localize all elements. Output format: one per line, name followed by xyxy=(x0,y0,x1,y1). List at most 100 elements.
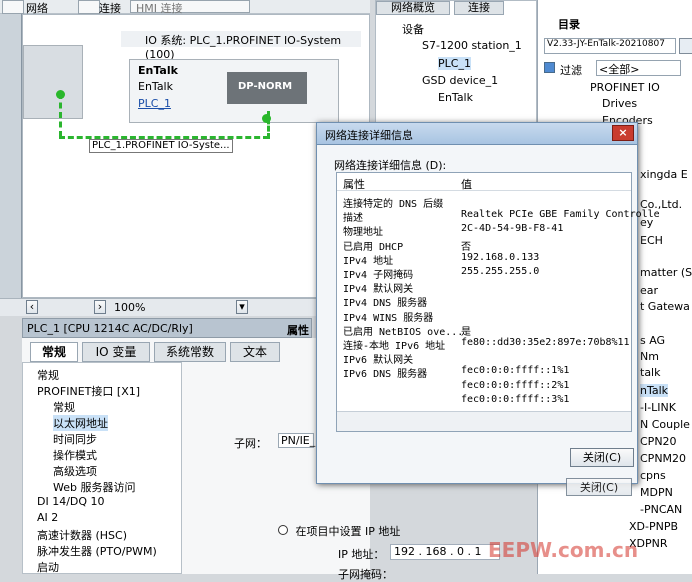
close-icon[interactable]: × xyxy=(612,125,634,141)
catalog-filter-select[interactable]: <全部> xyxy=(596,60,681,76)
catalog-item-19[interactable]: MDPN xyxy=(640,486,673,499)
details-key-7: IPv4 DNS 服务器 xyxy=(343,298,428,310)
tab-general[interactable]: 常规 xyxy=(30,342,78,362)
details-horizontal-scrollbar[interactable] xyxy=(337,411,631,431)
details-value-9: 是 xyxy=(461,326,471,338)
network-view-button[interactable] xyxy=(2,0,24,14)
subnet-label: 子网： xyxy=(234,437,267,450)
details-key-6: IPv4 默认网关 xyxy=(343,284,414,296)
ip-radio[interactable] xyxy=(278,525,288,535)
tree-item-ai[interactable]: AI 2 xyxy=(37,511,58,524)
tree-item-hsc[interactable]: 高速计数器 (HSC) xyxy=(37,527,127,543)
overview-tab-network[interactable]: 网络概览 xyxy=(376,1,450,15)
catalog-item-11[interactable]: Nm xyxy=(640,350,659,363)
tree-item-advanced-options[interactable]: 高级选项 xyxy=(53,463,97,479)
entalk-plc-link[interactable]: PLC_1 xyxy=(138,97,171,110)
dialog-close-button[interactable]: 关闭(C) xyxy=(570,448,634,467)
catalog-item-18[interactable]: cpns xyxy=(640,469,666,482)
dp-norm-label: DP-NORM xyxy=(238,81,293,92)
zoom-dropdown[interactable]: ▾ xyxy=(236,300,248,314)
details-key-11: IPv6 默认网关 xyxy=(343,355,414,367)
details-header-value: 值 xyxy=(461,178,472,191)
ip-address-label: IP 地址： xyxy=(338,548,385,561)
tab-text[interactable]: 文本 xyxy=(230,342,280,362)
entalk-device-type: EnTalk xyxy=(138,80,173,93)
details-key-8: IPv4 WINS 服务器 xyxy=(343,312,434,324)
catalog-filter-checkbox[interactable] xyxy=(544,62,555,73)
network-overview: 网络概览 连接 设备 S7-1200 station_1 PLC_1 GSD d… xyxy=(375,0,537,130)
catalog-search-button[interactable] xyxy=(679,38,692,54)
tree-item-ethernet-address[interactable]: 以太网地址 xyxy=(53,415,108,431)
dialog-titlebar[interactable]: 网络连接详细信息 xyxy=(316,122,638,145)
catalog-profinet-io[interactable]: PROFINET IO xyxy=(590,81,660,94)
ip-option-row: 在项目中设置 IP 地址 xyxy=(278,523,400,539)
connection-button[interactable] xyxy=(78,0,100,14)
tab-system-constants[interactable]: 系统常数 xyxy=(154,342,226,362)
catalog-item-10[interactable]: s AG xyxy=(640,334,665,347)
catalog-item-3[interactable]: xingda E xyxy=(640,168,688,181)
background-close-button[interactable]: 关闭(C) xyxy=(566,478,632,496)
catalog-item-8[interactable]: ear xyxy=(640,284,658,297)
zoom-value[interactable]: 100% xyxy=(114,301,145,314)
scroll-left-button[interactable]: ‹ xyxy=(26,300,38,314)
subnet-row: 子网： PN/IE_ xyxy=(234,433,315,451)
left-collapsed-panel[interactable] xyxy=(0,14,22,314)
details-value-12: fec0:0:0:ffff::1%1 xyxy=(461,365,570,377)
catalog-drives[interactable]: Drives xyxy=(602,97,637,110)
catalog-item-17[interactable]: CPNM20 xyxy=(640,452,686,465)
profinet-label-box[interactable]: PLC_1.PROFINET IO-Syste... xyxy=(89,139,233,153)
overview-item-gsd[interactable]: GSD device_1 xyxy=(422,74,498,87)
ip-address-field[interactable]: 192 . 168 . 0 . 1 xyxy=(390,544,500,560)
catalog-item-21[interactable]: XD-PNPB xyxy=(629,520,678,533)
properties-right-label: 属性 xyxy=(287,324,309,337)
watermark: EEPW.com.cn xyxy=(488,538,639,562)
details-key-0: 连接特定的 DNS 后缀 xyxy=(343,199,444,210)
catalog-item-15[interactable]: N Couple xyxy=(640,418,690,431)
overview-item-entalk[interactable]: EnTalk xyxy=(438,91,473,104)
tree-item-time-sync[interactable]: 时间同步 xyxy=(53,431,97,447)
plc-device-box[interactable] xyxy=(23,45,83,119)
tree-item-general[interactable]: 常规 xyxy=(37,367,59,383)
catalog-item-20[interactable]: -PNCAN xyxy=(640,503,682,516)
tree-item-profinet-general[interactable]: 常规 xyxy=(53,399,75,415)
catalog-item-6[interactable]: ECH xyxy=(640,234,663,247)
details-header: 属性 值 xyxy=(337,173,631,191)
tree-item-startup[interactable]: 启动 xyxy=(37,559,59,575)
catalog-item-12[interactable]: talk xyxy=(640,366,660,379)
overview-item-station[interactable]: S7-1200 station_1 xyxy=(422,39,522,52)
details-value-3: 否 xyxy=(461,241,471,253)
tree-item-operating-mode[interactable]: 操作模式 xyxy=(53,447,97,463)
details-value-1: Realtek PCIe GBE Family Controlle xyxy=(461,209,660,221)
tree-item-pto-pwm[interactable]: 脉冲发生器 (PTO/PWM) xyxy=(37,543,157,559)
dp-norm-card[interactable]: DP-NORM xyxy=(227,72,307,104)
details-key-5: IPv4 子网掩码 xyxy=(343,270,414,281)
details-key-2: 物理地址 xyxy=(343,227,383,239)
details-value-4: 192.168.0.133 xyxy=(461,251,540,263)
catalog-search-input[interactable]: V2.33-JY-EnTalk-20210807 xyxy=(544,38,676,54)
dialog-subtitle: 网络连接详细信息 (D): xyxy=(334,159,447,172)
subnet-value[interactable]: PN/IE_ xyxy=(278,433,315,448)
subnet-mask-row: 子网掩码： xyxy=(338,566,393,582)
catalog-item-9[interactable]: t Gatewa xyxy=(640,300,690,313)
catalog-item-14[interactable]: -I-LINK xyxy=(640,401,676,414)
scroll-right-button[interactable]: › xyxy=(94,300,106,314)
network-details-list[interactable]: 属性 值 连接特定的 DNS 后缀 描述 Realtek PCIe GBE Fami… xyxy=(336,172,660,432)
entalk-device-box[interactable]: EnTalk EnTalk PLC_1 DP-NORM xyxy=(129,59,339,123)
catalog-item-16[interactable]: CPN20 xyxy=(640,435,677,448)
catalog-item-7[interactable]: matter (S xyxy=(640,266,692,279)
tree-item-di-dq[interactable]: DI 14/DQ 10 xyxy=(37,495,105,508)
catalog-item-13[interactable]: nTalk xyxy=(640,384,669,397)
details-key-4: IPv4 地址 xyxy=(343,255,394,267)
network-toolbar: 网络 连接 HMI 连接 xyxy=(0,0,370,15)
tab-io-tags[interactable]: IO 变量 xyxy=(82,342,150,362)
ip-option-label[interactable]: 在项目中设置 IP 地址 xyxy=(296,525,401,538)
overview-item-plc[interactable]: PLC_1 xyxy=(438,57,471,70)
tree-item-profinet[interactable]: PROFINET接口 [X1] xyxy=(37,383,140,399)
details-value-13: fec0:0:0:ffff::2%1 xyxy=(461,379,570,391)
details-key-9: 已启用 NetBIOS ove... xyxy=(343,326,464,338)
profinet-network-label: PLC_1.PROFINET IO-Syste... xyxy=(92,140,230,151)
overview-tab-connection[interactable]: 连接 xyxy=(454,1,504,15)
catalog-filter-label: 过滤 xyxy=(560,64,582,77)
subnet-mask-label: 子网掩码： xyxy=(338,568,393,581)
tree-item-web-server[interactable]: Web 服务器访问 xyxy=(53,479,135,495)
